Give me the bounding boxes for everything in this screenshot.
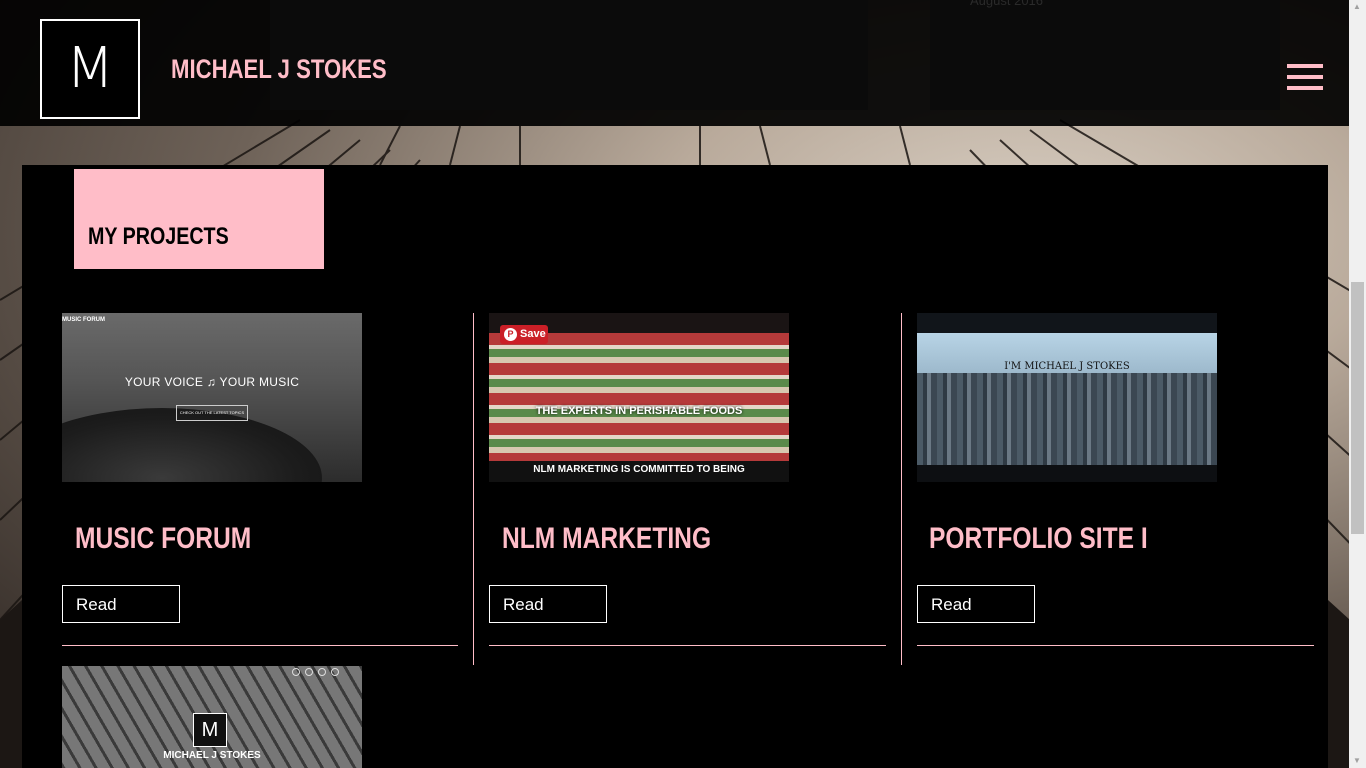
- twitter-icon: [318, 668, 326, 676]
- thumb-bar: [917, 465, 1217, 482]
- project-title[interactable]: NLM MARKETING: [502, 522, 711, 556]
- city-skyline-graphic: [917, 373, 1217, 465]
- column-divider: [901, 313, 902, 665]
- facebook-icon: [292, 668, 300, 676]
- scroll-up-icon[interactable]: ▲: [1353, 2, 1361, 11]
- project-thumbnail-portfolio-site[interactable]: I'M MICHAEL J STOKES: [917, 313, 1217, 482]
- thumb-subheadline: NLM MARKETING IS COMMITTED TO BEING: [533, 464, 745, 475]
- column-divider: [473, 313, 474, 665]
- site-logo[interactable]: M: [40, 19, 140, 119]
- scroll-down-icon[interactable]: ▼: [1353, 756, 1361, 765]
- thumb-cta: CHECK OUT THE LATEST TOPICS: [176, 405, 248, 421]
- scrollbar[interactable]: ▲ ▼: [1349, 0, 1366, 768]
- divider: [489, 645, 886, 646]
- read-button[interactable]: Read: [917, 585, 1035, 623]
- header-backdrop-block: August 2016: [930, 0, 1280, 110]
- thumb-logo: M: [193, 713, 227, 747]
- site-header: August 2016 M MICHAEL J STOKES: [0, 0, 1366, 126]
- section-title-box: MY PROJECTS: [74, 169, 324, 269]
- ghost-date: August 2016: [970, 0, 1044, 8]
- divider: [62, 645, 458, 646]
- site-name[interactable]: MICHAEL J STOKES: [171, 54, 387, 85]
- thumb-headline: I'M MICHAEL J STOKES: [1004, 361, 1130, 372]
- section-title: MY PROJECTS: [88, 223, 229, 250]
- pinterest-save-button[interactable]: P Save: [500, 325, 548, 344]
- email-icon: [331, 668, 339, 676]
- hamburger-icon[interactable]: [1287, 64, 1323, 92]
- scrollbar-thumb[interactable]: [1351, 282, 1364, 534]
- project-thumbnail-portfolio-site-2[interactable]: M MICHAEL J STOKES: [62, 666, 362, 768]
- thumb-hero-text: YOUR VOICE ♫ YOUR MUSIC: [124, 375, 300, 389]
- grocery-shelves-graphic: [489, 333, 789, 461]
- project-title[interactable]: MUSIC FORUM: [75, 522, 251, 556]
- thumb-headline: THE EXPERTS IN PERISHABLE FOODS: [535, 405, 743, 417]
- pinterest-icon: P: [504, 328, 517, 341]
- project-thumbnail-music-forum[interactable]: MUSIC FORUM YOUR VOICE ♫ YOUR MUSIC CHEC…: [62, 313, 362, 482]
- thumb-name: MICHAEL J STOKES: [163, 750, 261, 761]
- read-button[interactable]: Read: [62, 585, 180, 623]
- project-title[interactable]: PORTFOLIO SITE I: [929, 522, 1148, 556]
- thumb-site-label: MUSIC FORUM: [62, 317, 105, 323]
- project-thumbnail-nlm-marketing[interactable]: THE EXPERTS IN PERISHABLE FOODS NLM MARK…: [489, 313, 789, 482]
- linkedin-icon: [305, 668, 313, 676]
- save-label: Save: [520, 328, 546, 340]
- divider: [917, 645, 1314, 646]
- thumb-nav: [917, 313, 1217, 333]
- read-button[interactable]: Read: [489, 585, 607, 623]
